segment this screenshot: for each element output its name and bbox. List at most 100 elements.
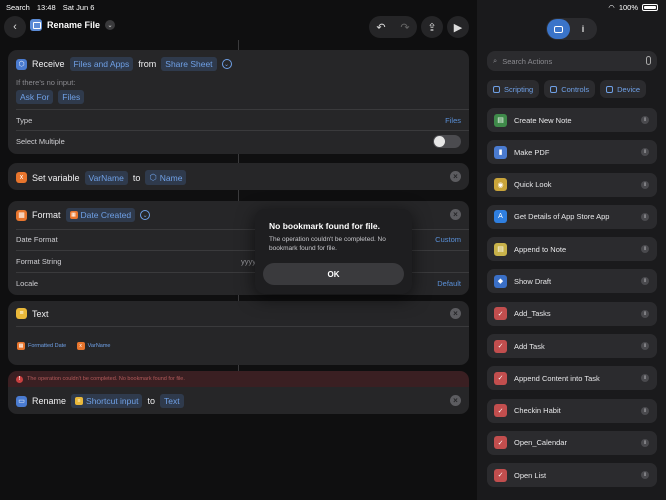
info-tab[interactable]: i bbox=[570, 24, 596, 34]
wifi-icon: ◠ bbox=[608, 3, 615, 12]
run-button[interactable]: ▶ bbox=[447, 16, 469, 38]
category-chip[interactable]: Scripting bbox=[487, 80, 540, 98]
text-action-card[interactable]: ≡ Text × ▦ Formatted Date x VarName bbox=[8, 301, 469, 365]
shortcut-input-token[interactable]: ≡ Shortcut input bbox=[71, 394, 143, 408]
undo-icon[interactable]: ↶ bbox=[369, 16, 393, 38]
action-item-label: Show Draft bbox=[514, 276, 552, 286]
action-item-label: Make PDF bbox=[514, 147, 550, 157]
remove-action-button[interactable]: × bbox=[450, 209, 461, 220]
status-bar: Search 13:48 Sat Jun 6 ◠ 100% bbox=[0, 0, 666, 14]
action-list-item[interactable]: ▤ Create New Note i bbox=[487, 108, 657, 132]
ask-type-token[interactable]: Files bbox=[58, 90, 85, 104]
action-item-label: Checkin Habit bbox=[514, 406, 561, 416]
expand-chevron-icon[interactable]: ⌄ bbox=[221, 59, 232, 69]
action-list-item[interactable]: ✓ Open_Calendar i bbox=[487, 430, 657, 455]
search-actions-field[interactable]: ⌕ Search Actions bbox=[487, 51, 657, 71]
action-list-item[interactable]: ✓ Add Task i bbox=[487, 334, 657, 359]
share-button[interactable]: ⇪ bbox=[421, 16, 443, 38]
redo-icon[interactable]: ↷ bbox=[393, 16, 417, 38]
variable-name-token[interactable]: VarName bbox=[84, 170, 128, 185]
select-multiple-toggle[interactable] bbox=[433, 135, 461, 148]
action-list-item[interactable]: ▤ Append to Note i bbox=[487, 237, 657, 262]
calendar-icon: ▦ bbox=[17, 342, 25, 350]
info-icon[interactable]: i bbox=[641, 471, 649, 480]
ask-for-token[interactable]: Ask For bbox=[16, 90, 54, 104]
category-icon bbox=[550, 85, 558, 93]
info-icon[interactable]: i bbox=[641, 148, 649, 157]
action-list-item[interactable]: ▮ Make PDF i bbox=[487, 140, 657, 165]
category-chips: Scripting Controls Device bbox=[487, 80, 647, 98]
info-icon[interactable]: i bbox=[641, 245, 649, 254]
note-icon: ▤ bbox=[494, 113, 507, 127]
error-message: The operation couldn't be completed. No … bbox=[27, 376, 185, 382]
check-icon: ✓ bbox=[494, 339, 507, 353]
shortcut-title-menu[interactable]: Rename File ⌄ bbox=[30, 19, 116, 31]
cube-icon: ⬡ bbox=[149, 172, 157, 182]
varname-token[interactable]: x VarName bbox=[76, 342, 111, 350]
date-created-token[interactable]: ▦ Date Created bbox=[65, 208, 136, 222]
action-item-label: Open_Calendar bbox=[514, 438, 567, 448]
action-list-item[interactable]: ✓ Append Content into Task i bbox=[487, 366, 657, 391]
variable-icon: x bbox=[16, 172, 27, 183]
action-item-label: Add_Tasks bbox=[514, 309, 551, 319]
remove-action-button[interactable]: × bbox=[450, 171, 461, 182]
error-alert-dialog: No bookmark found for file. The operatio… bbox=[255, 209, 412, 294]
action-list-item[interactable]: ✓ Checkin Habit i bbox=[487, 398, 657, 423]
info-icon[interactable]: i bbox=[641, 180, 649, 189]
receive-action-card[interactable]: ⬡ Receive Files and Apps from Share Shee… bbox=[8, 50, 469, 154]
date-format-label: Date Format bbox=[16, 235, 58, 244]
undo-redo-group: ↶ ↷ bbox=[369, 16, 417, 38]
actions-library-tab[interactable] bbox=[547, 19, 570, 39]
action-list-item[interactable]: ✓ Open List i bbox=[487, 463, 657, 488]
info-icon[interactable]: i bbox=[641, 277, 649, 286]
action-list-item[interactable]: ◆ Show Draft i bbox=[487, 269, 657, 294]
formatted-date-token[interactable]: ▦ Formatted Date bbox=[17, 342, 66, 350]
input-types-token[interactable]: Files and Apps bbox=[69, 57, 134, 71]
format-string-value[interactable]: yyyy bbox=[241, 257, 256, 266]
flow-connector bbox=[238, 154, 239, 163]
text-content-field[interactable]: ▦ Formatted Date x VarName bbox=[17, 334, 117, 352]
rename-action-card[interactable]: ▭ Rename ≡ Shortcut input to Text × bbox=[8, 387, 469, 414]
share-icon: ⇪ bbox=[427, 21, 437, 34]
date-format-value[interactable]: Custom bbox=[435, 235, 461, 244]
set-variable-action-card[interactable]: x Set variable VarName to ⬡ Name × bbox=[8, 163, 469, 190]
type-value[interactable]: Files bbox=[445, 116, 461, 125]
error-icon: ! bbox=[16, 375, 23, 383]
category-label: Controls bbox=[561, 84, 590, 94]
chevron-left-icon: ‹ bbox=[13, 21, 17, 33]
rename-value-token[interactable]: Text bbox=[160, 394, 184, 408]
draft-icon: ◆ bbox=[494, 274, 507, 288]
action-list-item[interactable]: ✓ Add_Tasks i bbox=[487, 301, 657, 326]
remove-action-button[interactable]: × bbox=[450, 395, 461, 406]
shortcut-title: Rename File bbox=[47, 20, 101, 30]
info-icon[interactable]: i bbox=[641, 309, 649, 318]
info-icon[interactable]: i bbox=[641, 438, 649, 447]
calendar-icon: ▦ bbox=[69, 211, 78, 219]
info-icon[interactable]: i bbox=[641, 374, 649, 383]
remove-action-button[interactable]: × bbox=[450, 308, 461, 319]
action-item-label: Quick Look bbox=[514, 180, 552, 190]
to-label: to bbox=[147, 396, 155, 406]
check-icon: ✓ bbox=[494, 468, 507, 482]
expand-chevron-icon[interactable]: ⌄ bbox=[140, 210, 151, 220]
type-label: Type bbox=[16, 116, 33, 125]
action-list-item[interactable]: A Get Details of App Store App i bbox=[487, 204, 657, 229]
format-label: Format bbox=[32, 210, 61, 220]
select-multiple-label: Select Multiple bbox=[16, 137, 65, 146]
locale-value[interactable]: Default bbox=[437, 279, 461, 288]
alert-ok-button[interactable]: OK bbox=[263, 263, 404, 285]
category-chip[interactable]: Device bbox=[600, 80, 647, 98]
source-token[interactable]: Share Sheet bbox=[161, 57, 217, 71]
microphone-icon[interactable] bbox=[646, 56, 651, 65]
info-icon[interactable]: i bbox=[641, 116, 649, 124]
flow-connector bbox=[238, 40, 239, 50]
category-chip[interactable]: Controls bbox=[544, 80, 596, 98]
action-list-item[interactable]: ◉ Quick Look i bbox=[487, 172, 657, 197]
variable-value-token[interactable]: ⬡ Name bbox=[145, 170, 187, 185]
divider bbox=[16, 326, 469, 327]
info-icon[interactable]: i bbox=[641, 212, 649, 221]
info-icon[interactable]: i bbox=[641, 406, 649, 415]
info-icon[interactable]: i bbox=[641, 342, 649, 351]
back-button[interactable]: ‹ bbox=[4, 16, 26, 38]
variable-value-text: Name bbox=[159, 172, 183, 183]
